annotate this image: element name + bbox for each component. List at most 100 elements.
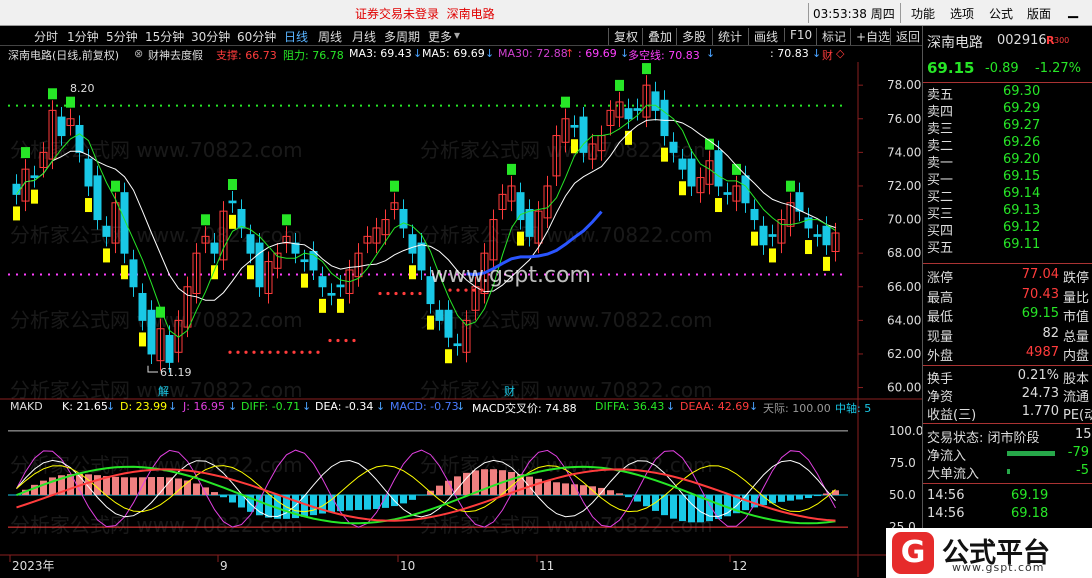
tick-time: 14:56 <box>927 506 965 521</box>
candle-body <box>129 259 138 288</box>
quote-price: 69.15 <box>927 59 975 77</box>
macd-bar <box>229 495 236 503</box>
candle-body <box>228 200 237 204</box>
candle-body <box>120 192 129 254</box>
tool-multi-stock-button[interactable]: 多股 <box>676 28 706 45</box>
order-book-row[interactable]: 买一 69.15 <box>923 169 1092 188</box>
tab-1min[interactable]: 1分钟 <box>67 28 99 45</box>
tab-multi-period[interactable]: 多周期 <box>384 28 420 45</box>
indicator-dropdown-icon[interactable]: ⊗ <box>134 47 143 60</box>
quote-change-pct: -1.27% <box>1035 61 1081 76</box>
big-inflow-row: 大单流入 -5 <box>923 463 1092 482</box>
candle-body <box>822 225 831 246</box>
candle-body <box>723 192 732 195</box>
ma5-value: MA5: 69.69 <box>422 47 485 60</box>
order-book-row[interactable]: 卖四 69.29 <box>923 101 1092 120</box>
menu-formula[interactable]: 公式 <box>989 5 1013 22</box>
yellow-box <box>517 231 524 246</box>
trade-status-row: 交易状态: 闭市阶段 15 <box>923 427 1092 446</box>
candle-body <box>750 208 759 221</box>
signal-dot <box>464 288 468 292</box>
stat-value: 1.770 <box>1021 404 1059 419</box>
menu-layout[interactable]: 版面 <box>1027 5 1051 22</box>
tool-statistics-button[interactable]: 统计 <box>712 28 742 45</box>
clock-weekday: 周四 <box>870 7 895 21</box>
order-book-row[interactable]: 买五 69.11 <box>923 237 1092 256</box>
tab-30min[interactable]: 30分钟 <box>191 28 230 45</box>
minimize-icon[interactable]: ▁ <box>1064 3 1082 21</box>
tool-overlay-button[interactable]: 叠加 <box>642 28 672 45</box>
tab-more[interactable]: 更多 <box>428 28 452 45</box>
candle-body <box>237 208 246 229</box>
candle-body <box>246 234 255 254</box>
sub-indicator-name[interactable]: MAKD <box>10 400 43 413</box>
candle-body <box>327 292 336 296</box>
tool-f10-button[interactable]: F10 <box>784 28 812 42</box>
quote-badge-num: 300 <box>1054 36 1070 45</box>
order-book-row[interactable]: 卖五 69.30 <box>923 84 1092 103</box>
line-value-2: : 70.83 <box>770 47 809 60</box>
d-value: D: 23.99 <box>120 400 168 413</box>
tool-add-watchlist-button[interactable]: +自选 <box>850 28 890 45</box>
macd-bar <box>544 480 551 496</box>
yellow-box <box>337 298 344 313</box>
sub-axis-label: 75.0 <box>889 456 916 470</box>
stat-label: 最高 <box>927 290 954 306</box>
signal-dot <box>260 350 264 354</box>
signal-dot <box>378 291 382 296</box>
order-price: 69.13 <box>1003 203 1041 218</box>
tab-15min[interactable]: 15分钟 <box>145 28 184 45</box>
candle-body <box>300 259 309 263</box>
arrow-down-icon: ↓ <box>485 47 495 60</box>
big-inflow-label: 大单流入 <box>927 467 980 482</box>
formula-name[interactable]: 财神去度假 <box>148 47 203 63</box>
signal-dot <box>252 350 256 354</box>
login-warning[interactable]: 证券交易未登录 深南电路 <box>355 5 495 22</box>
tool-mark-button[interactable]: 标记 <box>816 28 846 45</box>
order-book-row[interactable]: 买二 69.14 <box>923 186 1092 205</box>
tool-fuquan-button[interactable]: 复权 <box>608 28 638 45</box>
stat-label: 最低 <box>927 310 954 325</box>
stat-value: 69.15 <box>1021 306 1059 321</box>
tab-60min[interactable]: 60分钟 <box>237 28 276 45</box>
ma30-value: MA30: 72.88 <box>498 47 568 60</box>
tab-daily[interactable]: 日线 <box>284 28 308 45</box>
candle-body <box>678 158 687 170</box>
tab-monthly[interactable]: 月线 <box>352 28 376 45</box>
signal-dot <box>316 350 320 354</box>
kline-chart[interactable]: 分析家公式网 www.70822.com 分析家公式网 www.70822.com… <box>0 62 922 577</box>
menu-options[interactable]: 选项 <box>950 5 974 22</box>
macd-value: MACD: -0.73 <box>390 400 459 413</box>
tab-weekly[interactable]: 周线 <box>318 28 342 45</box>
tab-timeshare[interactable]: 分时 <box>34 28 58 45</box>
candle-body <box>210 242 219 254</box>
order-book-row[interactable]: 卖二 69.26 <box>923 135 1092 154</box>
tab-5min[interactable]: 5分钟 <box>106 28 138 45</box>
signal-dot <box>292 350 296 354</box>
signal-dot <box>448 288 452 292</box>
stat-value: 77.04 <box>1021 267 1059 282</box>
arrow-down-icon: ↓ <box>812 47 822 60</box>
order-book-row[interactable]: 买四 69.12 <box>923 220 1092 239</box>
main-indicator-header: 深南电路(日线,前复权) ⊗ 财神去度假 支撑: 66.73 阻力: 76.78… <box>0 46 860 62</box>
tool-back-button[interactable]: 返回 <box>890 28 920 45</box>
tool-draw-line-button[interactable]: 画线 <box>748 28 778 45</box>
macd-bar <box>742 495 749 511</box>
diamond-icon: ◇ <box>836 47 845 60</box>
chevron-down-icon[interactable]: ▾ <box>454 28 460 42</box>
order-price: 69.20 <box>1003 152 1041 167</box>
stat-label-right: 总量 <box>1063 329 1090 345</box>
macd-bar <box>787 495 794 501</box>
green-box <box>201 214 210 226</box>
order-price: 69.26 <box>1003 135 1041 150</box>
order-book-row[interactable]: 买三 69.13 <box>923 203 1092 222</box>
menu-function[interactable]: 功能 <box>911 5 935 22</box>
net-inflow-row: 净流入 -79 <box>923 445 1092 464</box>
order-book-row[interactable]: 卖三 69.27 <box>923 118 1092 137</box>
quote-price-row: 69.15 -0.89 -1.27% <box>923 59 1092 79</box>
macd-bar <box>553 482 560 496</box>
signal-dot <box>268 350 272 354</box>
order-book-row[interactable]: 卖一 69.20 <box>923 152 1092 171</box>
logo-url: www.gspt.com <box>952 561 1045 574</box>
yellow-box <box>31 189 38 204</box>
